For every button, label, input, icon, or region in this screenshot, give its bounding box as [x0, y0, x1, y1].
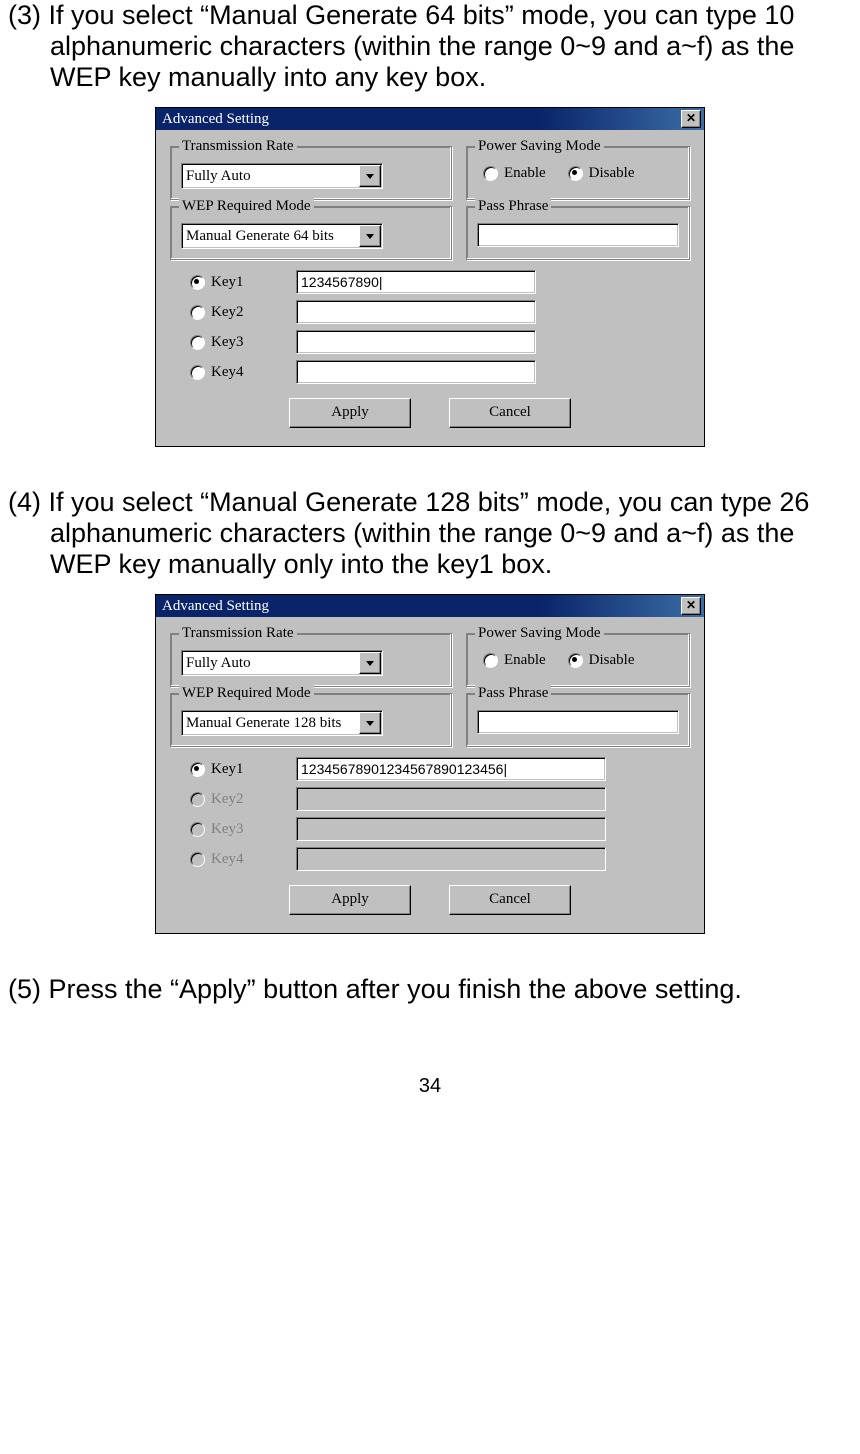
key3-input[interactable] — [296, 330, 536, 354]
wep-mode-label: WEP Required Mode — [179, 198, 314, 215]
transmission-rate-value: Fully Auto — [182, 655, 358, 672]
power-saving-group: Power Saving Mode Enable Disable — [466, 633, 690, 687]
cancel-button[interactable]: Cancel — [449, 398, 571, 428]
key2-row: Key2 — [170, 300, 690, 324]
dialog-title: Advanced Setting — [162, 598, 681, 615]
wep-mode-value: Manual Generate 64 bits — [182, 228, 358, 245]
key4-radio[interactable]: Key4 — [190, 364, 280, 381]
key3-label: Key3 — [211, 821, 244, 838]
transmission-rate-group: Transmission Rate Fully Auto — [170, 633, 452, 687]
titlebar: Advanced Setting ✕ — [156, 108, 704, 130]
key2-input[interactable] — [296, 300, 536, 324]
key3-input — [296, 817, 606, 841]
key1-input[interactable]: 1234567890| — [296, 270, 536, 294]
key4-row: Key4 — [170, 847, 690, 871]
enable-radio[interactable]: Enable — [483, 652, 546, 669]
power-saving-label: Power Saving Mode — [475, 138, 604, 155]
wep-mode-group: WEP Required Mode Manual Generate 128 bi… — [170, 693, 452, 747]
key1-radio[interactable]: Key1 — [190, 274, 280, 291]
key1-label: Key1 — [211, 761, 244, 778]
key3-label: Key3 — [211, 334, 244, 351]
pass-phrase-group: Pass Phrase — [466, 206, 690, 260]
key4-label: Key4 — [211, 851, 244, 868]
key2-label: Key2 — [211, 791, 244, 808]
key1-label: Key1 — [211, 274, 244, 291]
advanced-setting-dialog-128: Advanced Setting ✕ Transmission Rate Ful… — [155, 594, 705, 934]
enable-radio[interactable]: Enable — [483, 165, 546, 182]
radio-icon — [483, 653, 498, 668]
advanced-setting-dialog-64: Advanced Setting ✕ Transmission Rate Ful… — [155, 107, 705, 447]
key1-input[interactable]: 12345678901234567890123456| — [296, 757, 606, 781]
chevron-down-icon[interactable] — [359, 652, 381, 674]
radio-icon — [190, 305, 205, 320]
titlebar: Advanced Setting ✕ — [156, 595, 704, 617]
transmission-rate-label: Transmission Rate — [179, 625, 297, 642]
radio-icon — [190, 852, 205, 867]
transmission-rate-group: Transmission Rate Fully Auto — [170, 146, 452, 200]
key4-input — [296, 847, 606, 871]
radio-icon — [190, 762, 205, 777]
key1-radio[interactable]: Key1 — [190, 761, 280, 778]
power-saving-label: Power Saving Mode — [475, 625, 604, 642]
wep-mode-value: Manual Generate 128 bits — [182, 715, 358, 732]
pass-phrase-input[interactable] — [477, 223, 679, 247]
cancel-button[interactable]: Cancel — [449, 885, 571, 915]
key2-radio[interactable]: Key2 — [190, 304, 280, 321]
paragraph-5: (5) Press the “Apply” button after you f… — [8, 974, 852, 1005]
pass-phrase-group: Pass Phrase — [466, 693, 690, 747]
radio-icon — [483, 166, 498, 181]
key3-row: Key3 — [170, 330, 690, 354]
chevron-down-icon[interactable] — [359, 225, 381, 247]
transmission-rate-combo[interactable]: Fully Auto — [181, 163, 383, 189]
key3-row: Key3 — [170, 817, 690, 841]
key4-radio: Key4 — [190, 851, 280, 868]
transmission-rate-combo[interactable]: Fully Auto — [181, 650, 383, 676]
radio-icon — [568, 653, 583, 668]
paragraph-3: (3) If you select “Manual Generate 64 bi… — [8, 0, 852, 93]
transmission-rate-value: Fully Auto — [182, 168, 358, 185]
key4-input[interactable] — [296, 360, 536, 384]
key3-radio[interactable]: Key3 — [190, 334, 280, 351]
key1-row: Key1 1234567890| — [170, 270, 690, 294]
paragraph-4: (4) If you select “Manual Generate 128 b… — [8, 487, 852, 580]
pass-phrase-label: Pass Phrase — [475, 198, 551, 215]
close-icon[interactable]: ✕ — [681, 110, 701, 128]
power-saving-group: Power Saving Mode Enable Disable — [466, 146, 690, 200]
key2-row: Key2 — [170, 787, 690, 811]
key4-label: Key4 — [211, 364, 244, 381]
page-number: 34 — [8, 1075, 852, 1098]
wep-mode-group: WEP Required Mode Manual Generate 64 bit… — [170, 206, 452, 260]
radio-icon — [568, 166, 583, 181]
disable-radio[interactable]: Disable — [568, 652, 635, 669]
pass-phrase-input[interactable] — [477, 710, 679, 734]
wep-mode-combo[interactable]: Manual Generate 128 bits — [181, 710, 383, 736]
chevron-down-icon[interactable] — [359, 165, 381, 187]
disable-radio[interactable]: Disable — [568, 165, 635, 182]
radio-icon — [190, 365, 205, 380]
transmission-rate-label: Transmission Rate — [179, 138, 297, 155]
wep-mode-combo[interactable]: Manual Generate 64 bits — [181, 223, 383, 249]
dialog-title: Advanced Setting — [162, 111, 681, 128]
enable-label: Enable — [504, 652, 546, 669]
wep-mode-label: WEP Required Mode — [179, 685, 314, 702]
key3-radio: Key3 — [190, 821, 280, 838]
radio-icon — [190, 792, 205, 807]
key2-radio: Key2 — [190, 791, 280, 808]
pass-phrase-label: Pass Phrase — [475, 685, 551, 702]
apply-button[interactable]: Apply — [289, 398, 411, 428]
close-icon[interactable]: ✕ — [681, 597, 701, 615]
key2-input — [296, 787, 606, 811]
key2-label: Key2 — [211, 304, 244, 321]
chevron-down-icon[interactable] — [359, 712, 381, 734]
apply-button[interactable]: Apply — [289, 885, 411, 915]
disable-label: Disable — [589, 652, 635, 669]
radio-icon — [190, 275, 205, 290]
disable-label: Disable — [589, 165, 635, 182]
radio-icon — [190, 335, 205, 350]
key4-row: Key4 — [170, 360, 690, 384]
radio-icon — [190, 822, 205, 837]
key1-row: Key1 12345678901234567890123456| — [170, 757, 690, 781]
enable-label: Enable — [504, 165, 546, 182]
